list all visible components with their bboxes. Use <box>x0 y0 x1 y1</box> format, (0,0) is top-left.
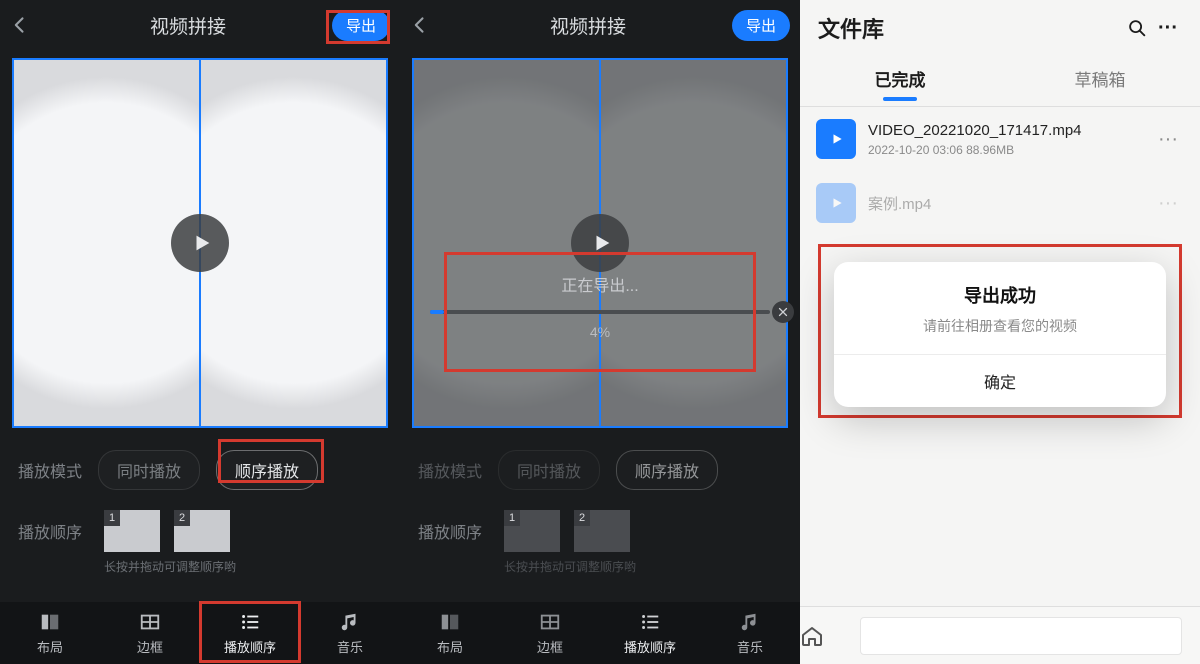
file-name: 案例.mp4 <box>868 193 1140 214</box>
mode-sequential: 顺序播放 <box>616 450 718 490</box>
library-bottom-bar <box>800 606 1200 664</box>
bottom-tabbar: 布局 边框 播放顺序 音乐 <box>0 602 400 664</box>
tab-play-order[interactable]: 播放顺序 <box>200 602 300 664</box>
music-icon <box>339 611 361 633</box>
play-mode-label: 播放模式 <box>18 458 82 482</box>
modal-title: 导出成功 <box>834 262 1166 316</box>
list-icon <box>639 611 661 633</box>
home-button[interactable] <box>800 624 860 648</box>
more-button[interactable]: ··· <box>1154 17 1182 40</box>
play-button[interactable] <box>171 214 229 272</box>
play-order-label: 播放顺序 <box>418 519 490 543</box>
order-thumb: 2 <box>574 510 630 552</box>
order-thumb: 1 <box>504 510 560 552</box>
video-file-icon <box>816 183 856 223</box>
library-header: 文件库 ··· <box>800 0 1200 56</box>
screen-exporting: 视频拼接 导出 正在导出... 4% 播放模式 同时播放 顺序播放 播放顺序 1… <box>400 0 800 664</box>
mode-simultaneous: 同时播放 <box>498 450 600 490</box>
layout-icon <box>39 611 61 633</box>
file-more-button[interactable]: ··· <box>1152 128 1184 151</box>
tab-drafts[interactable]: 草稿箱 <box>1000 66 1200 101</box>
play-mode-row: 播放模式 同时播放 顺序播放 <box>400 438 800 496</box>
library-tabs: 已完成 草稿箱 <box>800 56 1200 107</box>
cancel-export-button[interactable] <box>772 301 794 323</box>
modal-subtitle: 请前往相册查看您的视频 <box>834 316 1166 354</box>
header: 视频拼接 导出 <box>400 0 800 50</box>
mode-sequential[interactable]: 顺序播放 <box>216 450 318 490</box>
screen-video-stitch: 视频拼接 导出 播放模式 同时播放 顺序播放 播放顺序 1 2 长按并拖动可调整… <box>0 0 400 664</box>
screen-file-library: 文件库 ··· 已完成 草稿箱 VIDEO_20221020_171417.mp… <box>800 0 1200 664</box>
tab-completed[interactable]: 已完成 <box>800 66 1000 101</box>
file-name: VIDEO_20221020_171417.mp4 <box>868 122 1140 139</box>
file-more-button[interactable]: ··· <box>1152 192 1184 215</box>
search-button[interactable] <box>1126 17 1154 39</box>
page-title: 视频拼接 <box>44 12 332 39</box>
bottom-tabbar: 布局 边框 播放顺序 音乐 <box>400 602 800 664</box>
play-order-row: 播放顺序 1 2 <box>400 496 800 552</box>
library-title: 文件库 <box>818 12 1126 44</box>
layout-icon <box>439 611 461 633</box>
back-button[interactable] <box>10 15 44 35</box>
order-thumb[interactable]: 1 <box>104 510 160 552</box>
tab-border: 边框 <box>500 602 600 664</box>
preview-panel <box>412 58 788 428</box>
tab-layout: 布局 <box>400 602 500 664</box>
order-thumb[interactable]: 2 <box>174 510 230 552</box>
border-icon <box>139 611 161 633</box>
bottom-spacer <box>860 617 1182 655</box>
export-progress-panel: 正在导出... 4% <box>412 250 788 358</box>
file-item[interactable]: VIDEO_20221020_171417.mp4 2022-10-20 03:… <box>800 107 1200 171</box>
file-item[interactable]: 案例.mp4 ··· <box>800 171 1200 235</box>
tab-border[interactable]: 边框 <box>100 602 200 664</box>
border-icon <box>539 611 561 633</box>
drag-hint: 长按并拖动可调整顺序哟 <box>400 552 800 575</box>
export-button[interactable]: 导出 <box>732 10 790 41</box>
preview-panel <box>12 58 388 428</box>
progress-fill <box>430 310 444 314</box>
music-icon <box>739 611 761 633</box>
mode-simultaneous[interactable]: 同时播放 <box>98 450 200 490</box>
back-button[interactable] <box>410 15 444 35</box>
progress-percent: 4% <box>430 324 770 340</box>
tab-music[interactable]: 音乐 <box>300 602 400 664</box>
play-mode-label: 播放模式 <box>418 458 482 482</box>
file-meta: 2022-10-20 03:06 88.96MB <box>868 143 1140 157</box>
list-icon <box>239 611 261 633</box>
tab-play-order: 播放顺序 <box>600 602 700 664</box>
tab-music: 音乐 <box>700 602 800 664</box>
play-order-label: 播放顺序 <box>18 519 90 543</box>
export-button[interactable]: 导出 <box>332 10 390 41</box>
export-success-modal: 导出成功 请前往相册查看您的视频 确定 <box>834 262 1166 407</box>
video-file-icon <box>816 119 856 159</box>
page-title: 视频拼接 <box>444 12 732 39</box>
progress-bar <box>430 310 770 314</box>
modal-ok-button[interactable]: 确定 <box>834 354 1166 407</box>
play-mode-row: 播放模式 同时播放 顺序播放 <box>0 438 400 496</box>
tab-layout[interactable]: 布局 <box>0 602 100 664</box>
play-order-row: 播放顺序 1 2 <box>0 496 400 552</box>
drag-hint: 长按并拖动可调整顺序哟 <box>0 552 400 575</box>
exporting-label: 正在导出... <box>430 272 770 296</box>
header: 视频拼接 导出 <box>0 0 400 50</box>
